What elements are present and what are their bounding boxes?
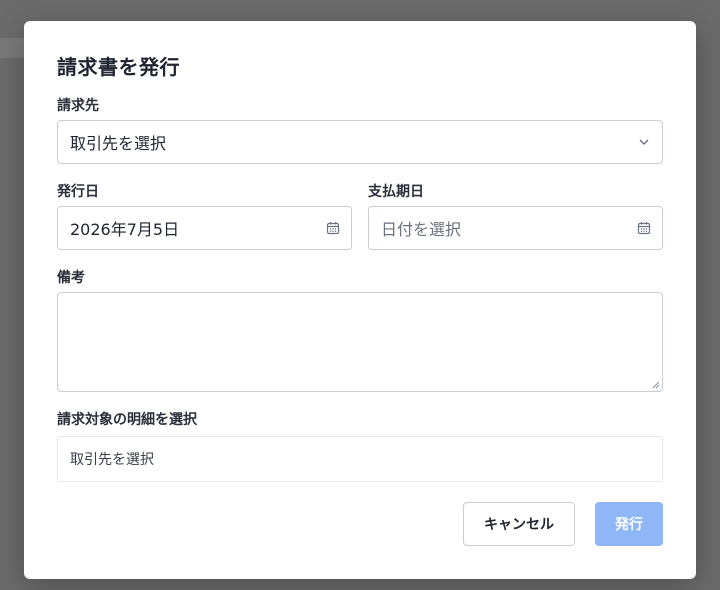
billing-to-select[interactable]: 取引先を選択 <box>57 120 663 164</box>
line-items-panel: 取引先を選択 <box>57 436 663 482</box>
issue-button[interactable]: 発行 <box>595 502 663 546</box>
billing-to-label: 請求先 <box>57 98 99 114</box>
issue-date-value: 2026年7月5日 <box>70 220 180 239</box>
notes-label: 備考 <box>57 270 85 286</box>
issue-date-label: 発行日 <box>57 184 99 200</box>
due-date-input[interactable]: 日付を選択 <box>368 206 663 250</box>
calendar-icon[interactable] <box>315 207 351 249</box>
notes-textarea[interactable] <box>57 292 663 392</box>
issue-invoice-dialog: 請求書を発行 請求先 取引先を選択 発行日 2026年7月5日 支払期日 日付を… <box>24 21 696 579</box>
chevron-down-icon <box>626 121 662 163</box>
billing-to-select-value: 取引先を選択 <box>70 134 167 153</box>
dialog-title: 請求書を発行 <box>57 55 180 79</box>
due-date-label: 支払期日 <box>368 184 424 200</box>
issue-date-input[interactable]: 2026年7月5日 <box>57 206 352 250</box>
due-date-placeholder: 日付を選択 <box>381 220 462 239</box>
line-items-label: 請求対象の明細を選択 <box>57 412 197 428</box>
cancel-button[interactable]: キャンセル <box>463 502 575 546</box>
line-items-empty-text: 取引先を選択 <box>70 452 154 468</box>
resize-handle-icon[interactable] <box>652 381 660 389</box>
calendar-icon[interactable] <box>626 207 662 249</box>
